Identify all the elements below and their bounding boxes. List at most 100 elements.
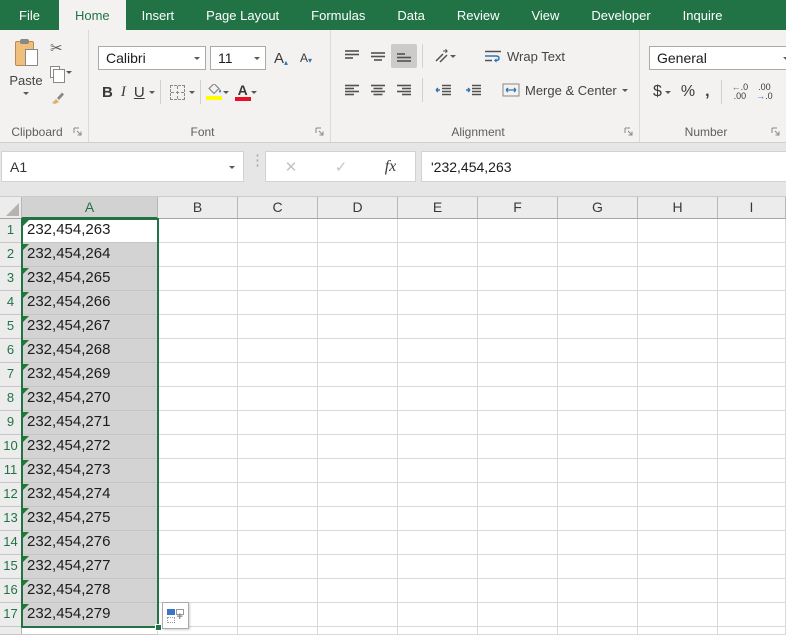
increase-decimal-button[interactable]: ←.0 .00 <box>729 83 752 101</box>
accounting-format-button[interactable]: $ <box>649 83 675 101</box>
paste-dropdown-icon[interactable] <box>23 92 29 98</box>
format-painter-button[interactable] <box>50 86 72 106</box>
cell-I14[interactable] <box>718 531 786 555</box>
cell-D9[interactable] <box>318 411 398 435</box>
cell-E17[interactable] <box>398 603 478 627</box>
cell-D2[interactable] <box>318 243 398 267</box>
wrap-text-button[interactable]: Wrap Text <box>484 49 565 64</box>
row-header-2[interactable]: 2 <box>0 243 22 267</box>
column-header-H[interactable]: H <box>638 197 718 219</box>
cell-C17[interactable] <box>238 603 318 627</box>
cell-E15[interactable] <box>398 555 478 579</box>
cell-D11[interactable] <box>318 459 398 483</box>
name-box-dropdown-icon[interactable] <box>229 166 235 172</box>
bottom-align-button[interactable] <box>391 44 417 68</box>
formula-input[interactable]: '232,454,263 <box>421 151 786 182</box>
cell-F10[interactable] <box>478 435 558 459</box>
cell-I4[interactable] <box>718 291 786 315</box>
cell-G8[interactable] <box>558 387 638 411</box>
font-color-button[interactable]: A <box>235 84 251 101</box>
cell-E9[interactable] <box>398 411 478 435</box>
column-header-E[interactable]: E <box>398 197 478 219</box>
tab-file[interactable]: File <box>0 0 59 30</box>
row-header-9[interactable]: 9 <box>0 411 22 435</box>
copy-dropdown-icon[interactable] <box>66 71 72 77</box>
cell-C12[interactable] <box>238 483 318 507</box>
cell-G1[interactable] <box>558 219 638 243</box>
cell-A1[interactable]: 232,454,263 <box>22 219 158 243</box>
tab-inquire[interactable]: Inquire <box>667 0 739 30</box>
cell-C16[interactable] <box>238 579 318 603</box>
cell-F15[interactable] <box>478 555 558 579</box>
cell-I17[interactable] <box>718 603 786 627</box>
formula-bar-resize-handle[interactable]: ⋮ <box>250 156 265 165</box>
cell-G16[interactable] <box>558 579 638 603</box>
cell-E3[interactable] <box>398 267 478 291</box>
column-header-D[interactable]: D <box>318 197 398 219</box>
row-header-8[interactable]: 8 <box>0 387 22 411</box>
cell-A8[interactable]: 232,454,270 <box>22 387 158 411</box>
cell-D3[interactable] <box>318 267 398 291</box>
cell-G5[interactable] <box>558 315 638 339</box>
cell-A4[interactable]: 232,454,266 <box>22 291 158 315</box>
cell-F6[interactable] <box>478 339 558 363</box>
cell-E4[interactable] <box>398 291 478 315</box>
cell-H6[interactable] <box>638 339 718 363</box>
cell-C6[interactable] <box>238 339 318 363</box>
cell-I11[interactable] <box>718 459 786 483</box>
cell-F8[interactable] <box>478 387 558 411</box>
cell-I5[interactable] <box>718 315 786 339</box>
cell-F17[interactable] <box>478 603 558 627</box>
cell-H13[interactable] <box>638 507 718 531</box>
cell-B1[interactable] <box>158 219 238 243</box>
tab-view[interactable]: View <box>515 0 575 30</box>
number-format-combobox[interactable]: General <box>649 46 786 70</box>
cell-A14[interactable]: 232,454,276 <box>22 531 158 555</box>
row-header-7[interactable]: 7 <box>0 363 22 387</box>
cell-A2[interactable]: 232,454,264 <box>22 243 158 267</box>
italic-button[interactable]: I <box>117 84 130 101</box>
cell-H12[interactable] <box>638 483 718 507</box>
cell-B13[interactable] <box>158 507 238 531</box>
enter-button[interactable]: ✓ <box>335 158 348 176</box>
merge-center-button[interactable]: Merge & Center <box>502 83 628 98</box>
cell-A3[interactable]: 232,454,265 <box>22 267 158 291</box>
row-header-13[interactable]: 13 <box>0 507 22 531</box>
cell-G9[interactable] <box>558 411 638 435</box>
cell-B9[interactable] <box>158 411 238 435</box>
column-header-B[interactable]: B <box>158 197 238 219</box>
cell-E11[interactable] <box>398 459 478 483</box>
cell-E8[interactable] <box>398 387 478 411</box>
number-dialog-launcher[interactable] <box>770 126 782 138</box>
decrease-indent-button[interactable] <box>428 78 458 102</box>
column-header-F[interactable]: F <box>478 197 558 219</box>
cell-A12[interactable]: 232,454,274 <box>22 483 158 507</box>
cell-H8[interactable] <box>638 387 718 411</box>
cell-H2[interactable] <box>638 243 718 267</box>
row-header-17[interactable]: 17 <box>0 603 22 627</box>
cell-I18[interactable] <box>718 627 786 635</box>
cell-C1[interactable] <box>238 219 318 243</box>
cell-B8[interactable] <box>158 387 238 411</box>
cell-D10[interactable] <box>318 435 398 459</box>
cell-E10[interactable] <box>398 435 478 459</box>
font-size-combobox[interactable]: 11 <box>210 46 266 70</box>
tab-insert[interactable]: Insert <box>126 0 191 30</box>
cell-H15[interactable] <box>638 555 718 579</box>
cell-E13[interactable] <box>398 507 478 531</box>
cell-C8[interactable] <box>238 387 318 411</box>
shrink-font-button[interactable]: A▾ <box>296 51 316 65</box>
cell-A7[interactable]: 232,454,269 <box>22 363 158 387</box>
cell-B12[interactable] <box>158 483 238 507</box>
cell-I13[interactable] <box>718 507 786 531</box>
decrease-decimal-button[interactable]: .00 →.0 <box>753 83 776 101</box>
font-name-combobox[interactable]: Calibri <box>98 46 206 70</box>
cell-B10[interactable] <box>158 435 238 459</box>
cell-H1[interactable] <box>638 219 718 243</box>
cell-D15[interactable] <box>318 555 398 579</box>
middle-align-button[interactable] <box>365 44 391 68</box>
cell-I8[interactable] <box>718 387 786 411</box>
cell-H3[interactable] <box>638 267 718 291</box>
orientation-button[interactable] <box>428 44 462 68</box>
cell-B14[interactable] <box>158 531 238 555</box>
